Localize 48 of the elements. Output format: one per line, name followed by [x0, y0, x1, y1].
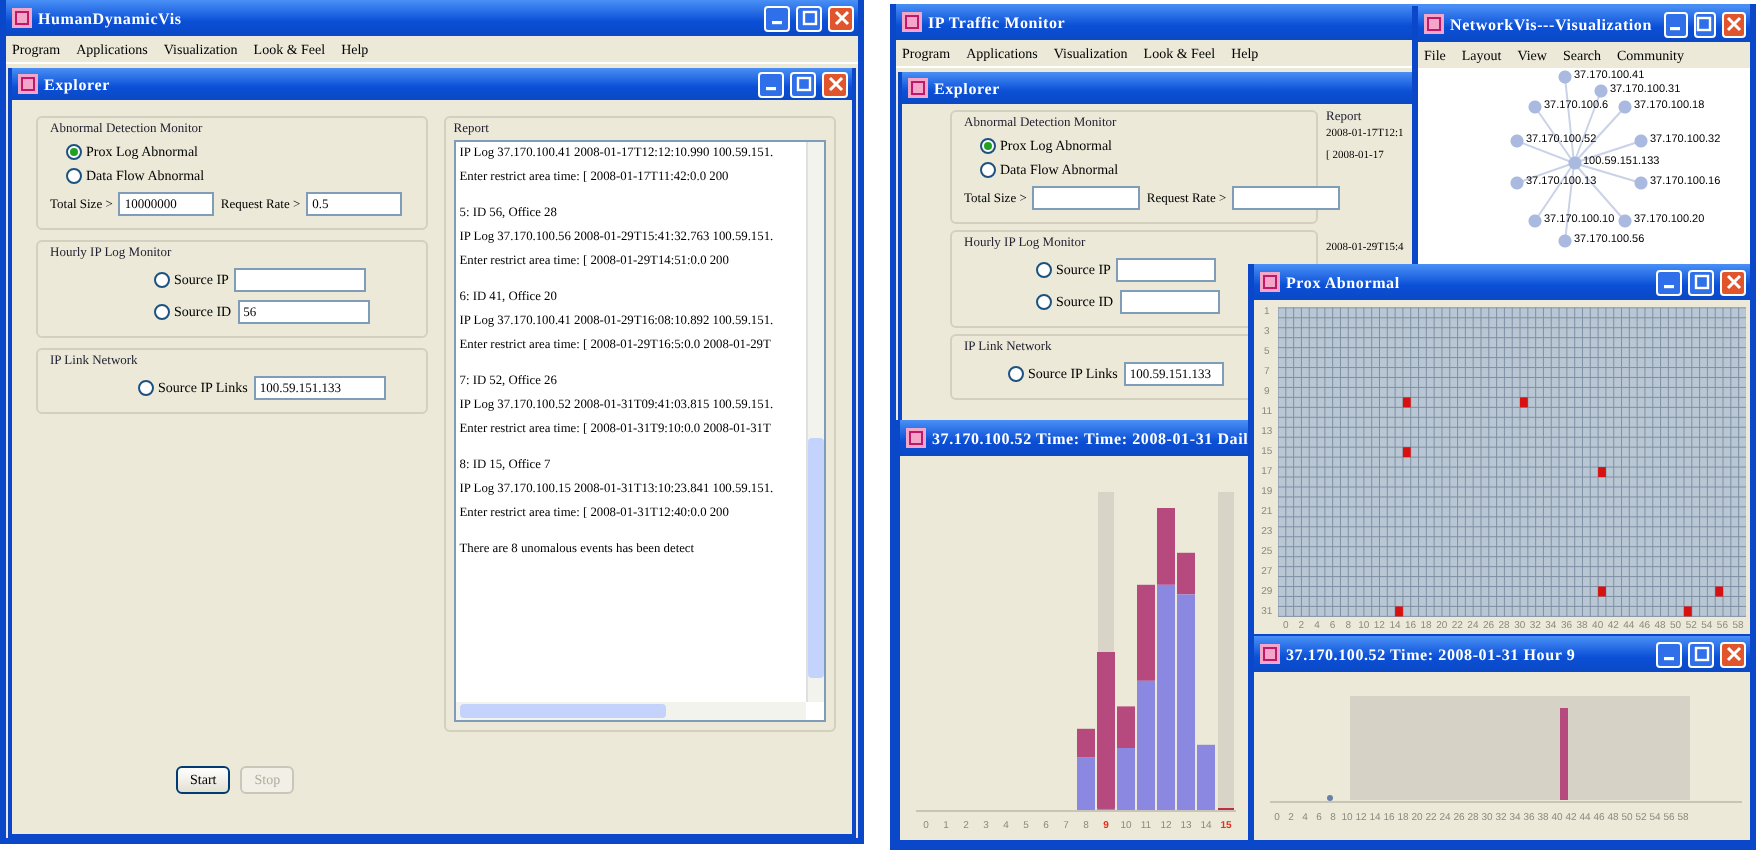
window-title: NetworkVis---Visualization: [1450, 15, 1652, 33]
minimize-button[interactable]: [764, 5, 790, 31]
maximize-icon: [801, 10, 817, 26]
window-title: IP Traffic Monitor: [928, 13, 1066, 31]
minimize-button[interactable]: [1656, 269, 1682, 295]
maximize-icon: [1696, 16, 1713, 32]
window-title: 37.170.100.52 Time: 2008-01-31 Hour 9: [1286, 645, 1576, 663]
app-icon: [1424, 14, 1444, 34]
window-title: HumanDynamicVis: [38, 9, 182, 27]
close-icon: [1725, 274, 1741, 290]
close-icon: [1726, 16, 1743, 32]
maximize-icon: [1693, 646, 1709, 662]
maximize-button[interactable]: [796, 5, 822, 31]
minimize-button[interactable]: [758, 71, 784, 97]
window-title: Prox Abnormal: [1286, 273, 1400, 291]
maximize-button[interactable]: [1688, 641, 1714, 667]
app-icon: [12, 8, 32, 28]
maximize-button[interactable]: [1693, 11, 1717, 37]
app-icon: [1260, 644, 1280, 664]
maximize-button[interactable]: [790, 71, 816, 97]
close-icon: [833, 10, 849, 26]
app-icon: [1260, 272, 1280, 292]
close-button[interactable]: [1720, 269, 1746, 295]
text-field[interactable]: [1232, 186, 1341, 210]
app-icon: [902, 12, 922, 32]
close-icon: [1725, 646, 1741, 662]
app-icon: [908, 78, 928, 98]
text-field[interactable]: [234, 268, 367, 292]
close-icon: [827, 76, 843, 92]
horizontal-scrollbar[interactable]: [455, 702, 806, 720]
window-title: Explorer: [934, 79, 1000, 97]
close-button[interactable]: [828, 5, 854, 31]
window-title: 37.170.100.52 Time: Time: 2008-01-31 Dail: [932, 429, 1249, 447]
close-button[interactable]: [822, 71, 848, 97]
close-button[interactable]: [1720, 641, 1746, 667]
maximize-icon: [1693, 274, 1709, 290]
text-field[interactable]: [1032, 186, 1141, 210]
app-icon: [18, 74, 38, 94]
maximize-icon: [795, 76, 811, 92]
text-field[interactable]: [1119, 290, 1220, 314]
app-icon: [906, 428, 926, 448]
vertical-scrollbar[interactable]: [806, 142, 824, 702]
window-title: Explorer: [44, 75, 110, 93]
text-field[interactable]: [1116, 258, 1217, 282]
maximize-button[interactable]: [1688, 269, 1714, 295]
close-button[interactable]: [1722, 11, 1746, 37]
minimize-button[interactable]: [1663, 11, 1688, 37]
minimize-button[interactable]: [1656, 641, 1682, 667]
